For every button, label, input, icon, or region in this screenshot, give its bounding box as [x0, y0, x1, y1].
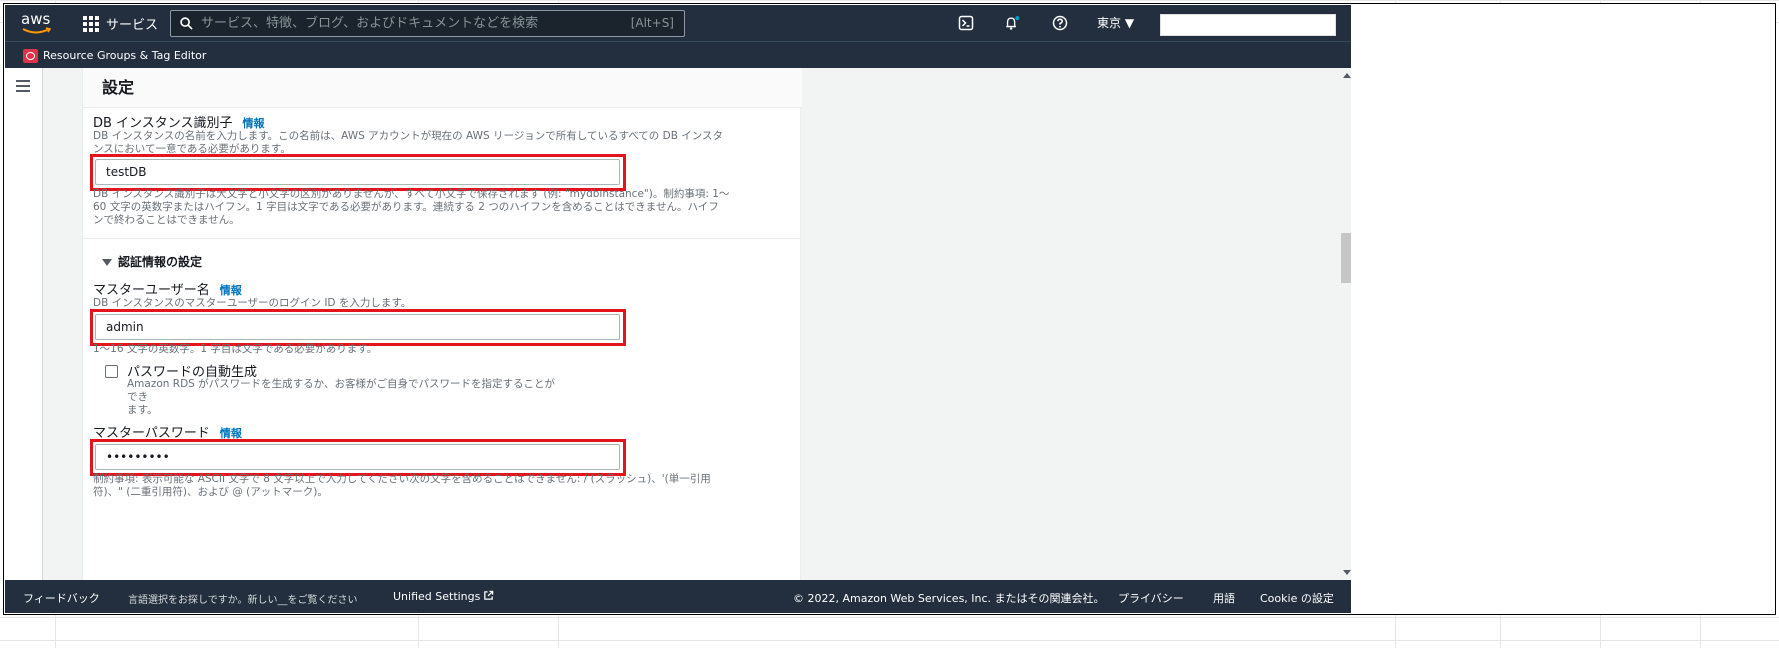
- side-navigation-rail: [5, 68, 43, 580]
- master-password-constraint-line: 制約事項: 表示可能な ASCII 文字で 8 文字以上で入力してください次の文…: [93, 473, 711, 485]
- feedback-link[interactable]: フィードバック: [23, 590, 100, 606]
- master-username-info-link[interactable]: 情報: [220, 284, 242, 297]
- panel-header: 設定: [83, 68, 802, 108]
- hamburger-menu-icon[interactable]: [16, 80, 32, 94]
- db-identifier-description: DB インスタンスの名前を入力します。この名前は、AWS アカウントが現在の A…: [93, 130, 793, 156]
- aws-smile-icon: [22, 27, 52, 34]
- top-navigation-bar: aws サービス [Alt+S]: [5, 5, 1351, 41]
- credentials-section-toggle[interactable]: 認証情報の設定: [102, 253, 202, 270]
- auto-password-description: Amazon RDS がパスワードを生成するか、お客様がご自身でパスワードを指定…: [127, 378, 557, 417]
- cloudshell-icon[interactable]: [958, 15, 974, 31]
- external-link-icon: [484, 590, 494, 600]
- unified-settings-link[interactable]: Unified Settings: [393, 590, 494, 603]
- account-menu[interactable]: [1160, 14, 1336, 36]
- services-grid-icon[interactable]: [83, 16, 99, 32]
- privacy-link[interactable]: プライバシー: [1118, 590, 1184, 606]
- credentials-section-title: 認証情報の設定: [118, 255, 203, 269]
- grid-line: [0, 0, 1779, 1]
- language-prompt: 言語選択をお探しですか。新しい__をご覧ください: [128, 595, 358, 606]
- db-identifier-label: DB インスタンス識別子 情報: [93, 112, 265, 131]
- db-identifier-constraint-line: ンで終わることはできません。: [93, 214, 240, 226]
- scroll-thumb[interactable]: [1341, 233, 1351, 283]
- panel-title: 設定: [102, 78, 135, 97]
- scroll-up-arrow-icon[interactable]: [1343, 73, 1351, 78]
- aws-console: aws サービス [Alt+S]: [5, 5, 1351, 613]
- help-icon[interactable]: [1052, 15, 1068, 31]
- search-shortcut: [Alt+S]: [630, 16, 674, 30]
- master-password-constraint: 制約事項: 表示可能な ASCII 文字で 8 文字以上で入力してください次の文…: [93, 473, 793, 499]
- master-password-constraint-line: 符)、" (二重引用符)、および @ (アットマーク)。: [93, 486, 328, 498]
- db-identifier-constraint-line: 60 文字の英数字またはハイフン。1 字目は文字である必要があります。連続する …: [93, 201, 719, 213]
- favorites-bar: Resource Groups & Tag Editor: [5, 41, 1351, 68]
- aws-logo-text: aws: [21, 10, 51, 28]
- page-scrollbar[interactable]: [1341, 68, 1351, 580]
- copyright-text: © 2022, Amazon Web Services, Inc. またはその関…: [793, 592, 1105, 605]
- terms-link[interactable]: 用語: [1213, 590, 1235, 606]
- aws-logo[interactable]: aws: [21, 11, 55, 37]
- master-username-label: マスターユーザー名 情報: [93, 279, 242, 298]
- cookie-settings-link[interactable]: Cookie の設定: [1260, 590, 1334, 606]
- auto-password-description-line: ます。: [127, 404, 158, 416]
- settings-panel: 設定 DB インスタンス識別子 情報 DB インスタンスの名前を入力します。この名…: [82, 68, 802, 580]
- scroll-down-arrow-icon[interactable]: [1343, 570, 1351, 575]
- auto-password-checkbox[interactable]: [105, 365, 118, 378]
- master-username-constraint: 1〜16 文字の英数字。1 字目は文字である必要があります。: [93, 343, 378, 355]
- search-icon: [180, 17, 193, 30]
- search-input[interactable]: [201, 11, 601, 36]
- resource-groups-icon[interactable]: [23, 49, 38, 63]
- console-footer: フィードバック 言語選択をお探しですか。新しい__をご覧ください Unified…: [5, 580, 1351, 613]
- services-menu[interactable]: サービス: [106, 14, 158, 33]
- favorite-resource-groups[interactable]: Resource Groups & Tag Editor: [43, 49, 206, 62]
- db-identifier-description-line: DB インスタンスの名前を入力します。この名前は、AWS アカウントが現在の A…: [93, 130, 724, 142]
- master-username-label-text: マスターユーザー名: [93, 283, 210, 298]
- auto-password-description-line: Amazon RDS がパスワードを生成するか、お客様がご自身でパスワードを指定…: [127, 378, 555, 403]
- caret-down-icon: [102, 259, 112, 266]
- section-divider: [83, 238, 802, 239]
- highlight-box-db-identifier: [90, 154, 626, 191]
- db-identifier-constraint: DB インスタンス識別子は大文字と小文字の区別がありませんが、すべて小文字で保存…: [93, 188, 793, 227]
- highlight-box-master-username: [90, 309, 626, 346]
- db-identifier-info-link[interactable]: 情報: [243, 117, 265, 130]
- grid-line: [0, 640, 1779, 641]
- global-search[interactable]: [Alt+S]: [170, 10, 685, 37]
- grid-line: [0, 617, 1779, 618]
- db-identifier-constraint-line: DB インスタンス識別子は大文字と小文字の区別がありませんが、すべて小文字で保存…: [93, 188, 730, 200]
- highlight-box-master-password: [90, 439, 626, 476]
- unified-settings-label: Unified Settings: [393, 590, 481, 603]
- region-selector[interactable]: 東京 ▼: [1097, 14, 1134, 31]
- screenshot: aws サービス [Alt+S]: [0, 0, 1779, 648]
- db-identifier-label-text: DB インスタンス識別子: [93, 116, 233, 131]
- bell-icon[interactable]: [1004, 15, 1020, 31]
